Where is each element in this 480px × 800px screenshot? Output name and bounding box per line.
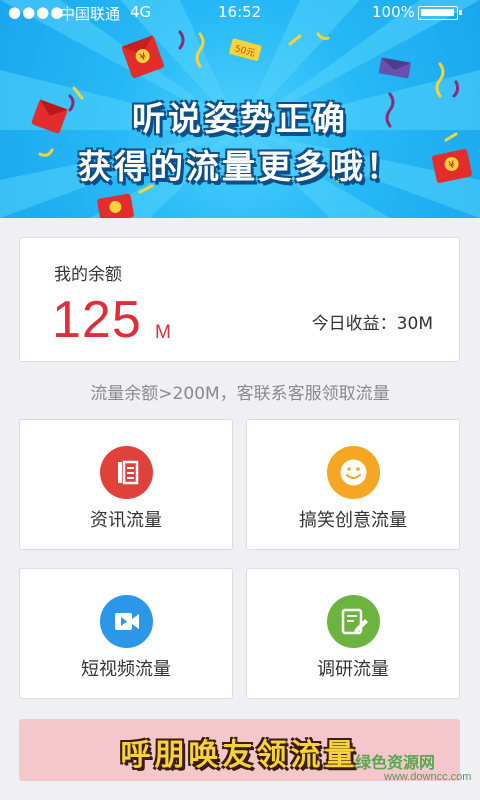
tile-label: 搞笑创意流量 — [299, 510, 407, 531]
tile-survey-traffic[interactable]: 调研流量 — [246, 568, 460, 699]
signal-icon: ●●●● — [8, 3, 65, 21]
tile-label: 资讯流量 — [90, 510, 162, 531]
carrier-name: 中国联通 — [60, 5, 121, 23]
banner-headline-2: 获得的流量更多哦！ — [78, 147, 402, 186]
battery-percent: 100% — [372, 3, 415, 21]
watermark-url: www.downcc.com — [384, 771, 472, 783]
smile-icon — [327, 446, 380, 499]
battery-icon — [418, 6, 462, 20]
tile-short-video-traffic[interactable]: 短视频流量 — [19, 568, 233, 699]
tile-news-traffic[interactable]: 资讯流量 — [19, 419, 233, 550]
video-camera-icon — [100, 595, 153, 648]
tile-label: 短视频流量 — [81, 659, 171, 680]
screen: ●●●● 中国联通 4G 16:52 100% ¥ 50元 ¥ 听说姿势正确 获… — [0, 0, 480, 800]
balance-label: 我的余额 — [54, 265, 122, 285]
balance-notice: 流量余额>200M，客联系客服领取流量 — [90, 384, 390, 404]
today-earnings: 今日收益：30M — [311, 314, 433, 334]
balance-value: 125 — [52, 291, 142, 349]
survey-edit-icon — [327, 595, 380, 648]
tile-funny-traffic[interactable]: 搞笑创意流量 — [246, 419, 460, 550]
news-icon — [100, 446, 153, 499]
clock: 16:52 — [218, 3, 262, 21]
tile-label: 调研流量 — [317, 659, 389, 680]
watermark-brand: 绿色资源网 — [355, 753, 436, 772]
status-bar: ●●●● 中国联通 4G 16:52 100% — [0, 0, 480, 24]
balance-unit: M — [155, 322, 171, 343]
banner-headline-1: 听说姿势正确 — [132, 99, 348, 138]
network-type: 4G — [130, 3, 152, 21]
promo-banner[interactable]: ●●●● 中国联通 4G 16:52 100% ¥ 50元 ¥ 听说姿势正确 获… — [0, 0, 480, 218]
balance-card[interactable]: 我的余额 125 M 今日收益：30M — [19, 237, 460, 362]
